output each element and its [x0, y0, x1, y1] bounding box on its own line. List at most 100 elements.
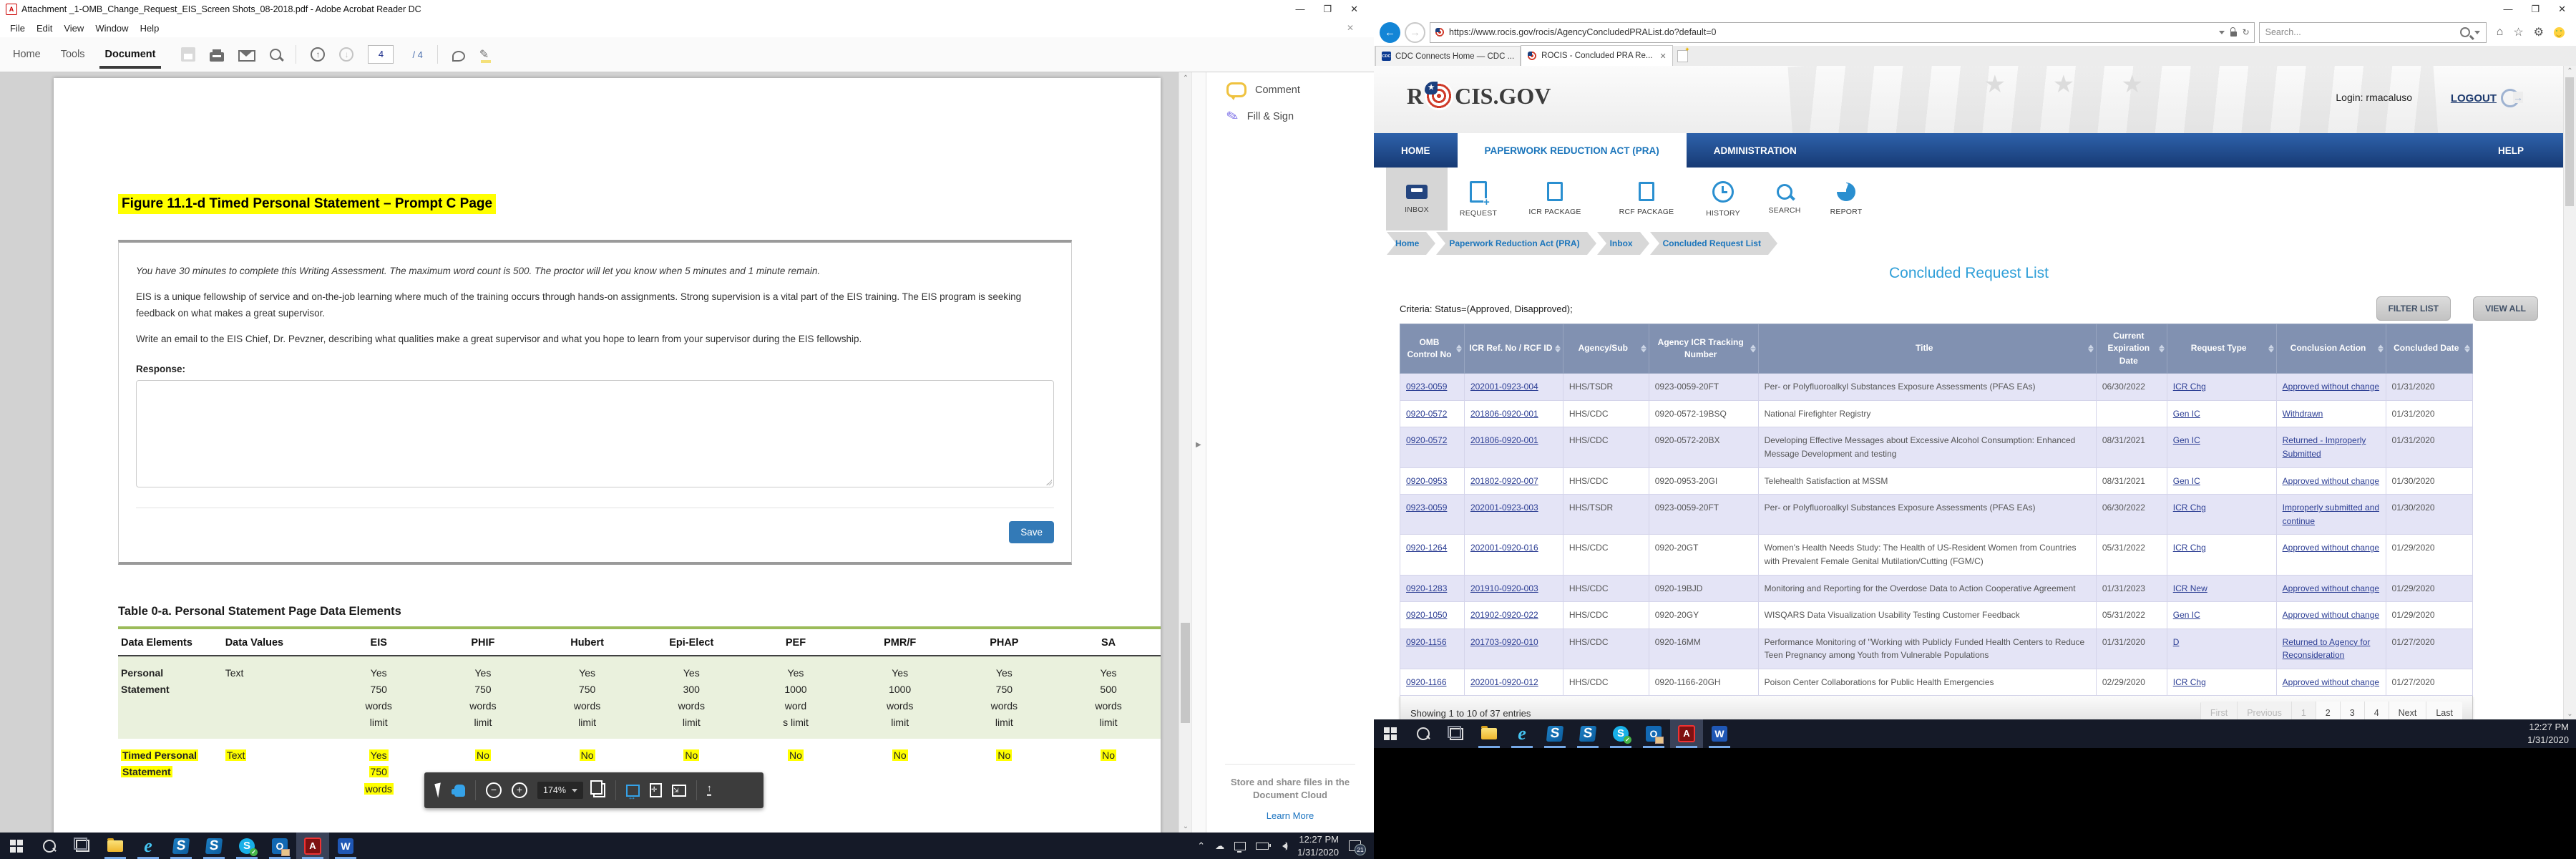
- restore-icon[interactable]: ❐: [2531, 4, 2540, 15]
- table-link[interactable]: Gen IC: [2173, 476, 2200, 486]
- taskbar-search-button[interactable]: [1407, 719, 1440, 748]
- page-thumbnails-icon[interactable]: [593, 783, 605, 797]
- tool-report[interactable]: REPORT: [1815, 168, 1877, 230]
- table-link[interactable]: 0920-1264: [1406, 543, 1447, 553]
- table-link[interactable]: 201802-0920-007: [1470, 476, 1538, 486]
- acrobat-tab-document[interactable]: Document: [95, 40, 166, 69]
- table-link[interactable]: Approved without change: [2283, 382, 2379, 392]
- menu-edit[interactable]: Edit: [31, 21, 58, 36]
- table-link[interactable]: Approved without change: [2283, 476, 2379, 486]
- chevron-down-icon[interactable]: [2474, 31, 2480, 34]
- scrollbar-thumb[interactable]: [1181, 623, 1190, 723]
- taskbar-app-sharepoint[interactable]: S: [1538, 719, 1571, 748]
- sort-icon[interactable]: [2378, 345, 2384, 353]
- url-dropdown-icon[interactable]: [2219, 31, 2225, 34]
- taskbar-app-file-explorer[interactable]: [1473, 719, 1506, 748]
- hand-tool-icon[interactable]: [454, 785, 465, 797]
- onedrive-icon[interactable]: ☁: [1215, 840, 1224, 852]
- panel-item-fill-sign[interactable]: ✎ Fill & Sign: [1206, 97, 1374, 125]
- table-link[interactable]: 0920-1283: [1406, 583, 1447, 593]
- action-center-icon[interactable]: 21: [1349, 840, 1361, 851]
- table-link[interactable]: 0920-0572: [1406, 435, 1447, 445]
- tool-history[interactable]: HISTORY: [1692, 168, 1754, 230]
- scrollbar-thumb[interactable]: [2565, 77, 2574, 206]
- column-header[interactable]: Conclusion Action: [2276, 324, 2386, 374]
- sort-icon[interactable]: [2088, 345, 2094, 353]
- tool-inbox[interactable]: INBOX: [1386, 168, 1448, 230]
- start-button[interactable]: [1374, 719, 1407, 748]
- fit-page-icon[interactable]: ✛: [650, 783, 662, 797]
- volume-icon[interactable]: [1279, 843, 1287, 850]
- nav-item-paperwork-reduction-act-pra-[interactable]: PAPERWORK REDUCTION ACT (PRA): [1458, 133, 1687, 168]
- taskbar-app-skype[interactable]: S: [1604, 719, 1637, 748]
- table-link[interactable]: 202001-0923-003: [1470, 503, 1538, 513]
- sort-icon[interactable]: [1641, 345, 1646, 353]
- minimize-icon[interactable]: —: [2503, 4, 2512, 15]
- read-mode-icon[interactable]: ↑: [707, 785, 712, 796]
- panel-item-comment[interactable]: Comment: [1206, 72, 1374, 97]
- table-link[interactable]: ICR Chg: [2173, 503, 2206, 513]
- pagination-next[interactable]: Next: [2389, 702, 2426, 719]
- learn-more-link[interactable]: Learn More: [1206, 810, 1374, 821]
- table-link[interactable]: Approved without change: [2283, 677, 2379, 687]
- table-link[interactable]: 201902-0920-022: [1470, 610, 1538, 620]
- table-link[interactable]: 0920-1156: [1406, 637, 1447, 647]
- tool-icr-package[interactable]: ICR PACKAGE: [1509, 168, 1601, 230]
- restore-icon[interactable]: ❐: [1323, 4, 1332, 15]
- breadcrumb-item[interactable]: Inbox: [1597, 232, 1640, 255]
- email-icon[interactable]: [238, 50, 255, 62]
- panel-collapse-icon[interactable]: ▶: [1196, 441, 1201, 449]
- find-icon[interactable]: [270, 49, 281, 60]
- pagination-3[interactable]: 3: [2340, 702, 2364, 719]
- back-button[interactable]: ←: [1380, 22, 1400, 43]
- table-link[interactable]: 0923-0059: [1406, 503, 1447, 513]
- pdf-scrollbar[interactable]: ⌃ ⌄: [1179, 72, 1192, 833]
- pagination-4[interactable]: 4: [2364, 702, 2389, 719]
- table-link[interactable]: 201806-0920-001: [1470, 409, 1538, 419]
- sort-icon[interactable]: [2159, 345, 2165, 353]
- breadcrumb-item[interactable]: Paperwork Reduction Act (PRA): [1436, 232, 1586, 255]
- table-link[interactable]: Gen IC: [2173, 409, 2200, 419]
- column-header[interactable]: Agency ICR Tracking Number: [1649, 324, 1758, 374]
- breadcrumb-item[interactable]: Home: [1387, 232, 1426, 255]
- tray-expand-icon[interactable]: ⌃: [1197, 840, 1205, 852]
- page-number-input[interactable]: 4: [368, 45, 394, 64]
- filter-list-button[interactable]: FILTER LIST: [2376, 296, 2451, 321]
- close-icon[interactable]: ✕: [2558, 4, 2566, 15]
- acrobat-tab-home[interactable]: Home: [3, 40, 51, 69]
- column-header[interactable]: Title: [1758, 324, 2096, 374]
- table-link[interactable]: ICR New: [2173, 583, 2207, 593]
- tool-request[interactable]: REQUEST: [1448, 168, 1509, 230]
- table-link[interactable]: Approved without change: [2283, 583, 2379, 593]
- table-link[interactable]: Gen IC: [2173, 435, 2200, 445]
- favorites-icon[interactable]: ☆: [2513, 25, 2523, 39]
- battery-icon[interactable]: [1256, 843, 1269, 850]
- table-link[interactable]: 0920-1166: [1406, 677, 1447, 687]
- nav-item-help[interactable]: HELP: [2458, 133, 2564, 168]
- table-link[interactable]: Withdrawn: [2283, 409, 2323, 419]
- nav-item-home[interactable]: HOME: [1374, 133, 1458, 168]
- highlighter-icon[interactable]: ✎: [479, 47, 494, 62]
- fit-width-icon[interactable]: [626, 785, 640, 797]
- scroll-down-icon[interactable]: ⌄: [2564, 710, 2576, 718]
- breadcrumb-item[interactable]: Concluded Request List: [1650, 232, 1768, 255]
- nav-item-administration[interactable]: ADMINISTRATION: [1687, 133, 1824, 168]
- browser-tab[interactable]: ROCIS - Concluded PRA Re...✕: [1521, 45, 1673, 66]
- taskbar-app-word[interactable]: W: [329, 833, 362, 859]
- menu-window[interactable]: Window: [89, 21, 134, 36]
- table-link[interactable]: ICR Chg: [2173, 543, 2206, 553]
- zoom-level-dropdown[interactable]: 174%: [537, 782, 583, 799]
- table-link[interactable]: 0923-0059: [1406, 382, 1447, 392]
- forward-button[interactable]: →: [1405, 22, 1425, 43]
- table-link[interactable]: 201806-0920-001: [1470, 435, 1538, 445]
- sort-icon[interactable]: [2464, 345, 2470, 353]
- column-header[interactable]: OMB Control No: [1400, 324, 1465, 374]
- document-close-icon[interactable]: ✕: [1347, 23, 1370, 33]
- refresh-icon[interactable]: ↻: [2243, 27, 2250, 37]
- tab-close-icon[interactable]: ✕: [1659, 52, 1666, 61]
- pagination-2[interactable]: 2: [2316, 702, 2340, 719]
- sort-icon[interactable]: [2268, 345, 2274, 353]
- logout-link[interactable]: LOGOUT: [2451, 89, 2519, 107]
- search-input[interactable]: Search...: [2259, 22, 2487, 43]
- task-view-button[interactable]: [1440, 719, 1473, 748]
